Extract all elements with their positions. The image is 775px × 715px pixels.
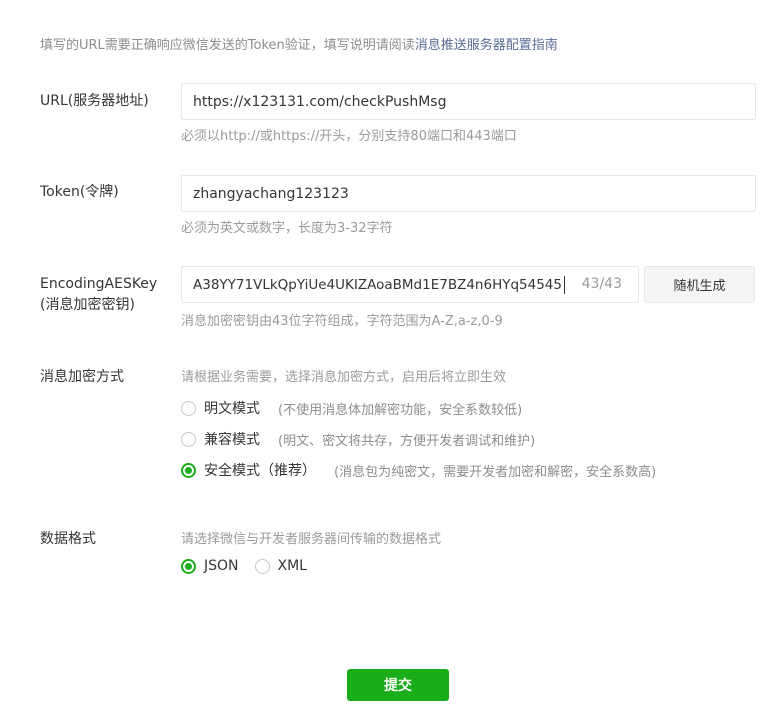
format-options: JSON XML	[181, 558, 307, 574]
text-caret	[563, 275, 565, 294]
format-option-json[interactable]: JSON	[204, 558, 239, 574]
encryption-option-secure[interactable]: 安全模式（推荐） (消息包为纯密文，需要开发者加密和解密，安全系数高)	[181, 460, 656, 480]
aes-label: EncodingAESKey (消息加密密钥)	[40, 274, 157, 316]
radio-icon[interactable]	[181, 400, 196, 416]
format-label: 数据格式	[40, 531, 96, 547]
radio-icon[interactable]	[254, 558, 270, 574]
option-label: 兼容模式	[204, 432, 260, 448]
option-label: 明文模式	[204, 401, 260, 417]
aes-key-value: A38YY71VLkQpYiUe4UKIZAoaBMd1E7BZ4n6HYq54…	[193, 276, 562, 293]
option-desc: (消息包为纯密文，需要开发者加密和解密，安全系数高)	[334, 464, 657, 480]
token-input[interactable]: zhangyachang123123	[181, 175, 756, 212]
aes-key-input[interactable]: A38YY71VLkQpYiUe4UKIZAoaBMd1E7BZ4n6HYq54…	[181, 266, 639, 303]
url-value: https://x123131.com/checkPushMsg	[193, 93, 447, 110]
encryption-hint: 请根据业务需要，选择消息加密方式，启用后将立即生效	[181, 370, 507, 385]
config-tips: 填写的URL需要正确响应微信发送的Token验证，填写说明请阅读消息推送服务器配…	[40, 34, 558, 53]
radio-icon[interactable]	[181, 431, 196, 447]
token-value: zhangyachang123123	[193, 185, 349, 202]
aes-hint: 消息加密密钥由43位字符组成，字符范围为A-Z,a-z,0-9	[181, 314, 503, 329]
token-label: Token(令牌)	[40, 184, 119, 200]
option-label: 安全模式（推荐）	[204, 463, 316, 479]
radio-checked-icon[interactable]	[181, 558, 196, 574]
aes-key-counter: 43/43	[581, 276, 622, 292]
random-generate-button[interactable]: 随机生成	[644, 266, 755, 303]
tips-text: 填写的URL需要正确响应微信发送的Token验证，填写说明请阅读	[40, 38, 415, 53]
url-hint: 必须以http://或https://开头，分别支持80端口和443端口	[181, 129, 517, 144]
aes-label-line1: EncodingAESKey	[40, 276, 158, 292]
aes-label-line2: (消息加密密钥)	[40, 297, 135, 313]
url-label: URL(服务器地址)	[40, 93, 149, 109]
submit-button[interactable]: 提交	[347, 669, 449, 701]
encryption-option-plaintext[interactable]: 明文模式 (不使用消息体加解密功能，安全系数较低)	[181, 398, 522, 418]
format-hint: 请选择微信与开发者服务器间传输的数据格式	[181, 532, 442, 547]
format-option-xml[interactable]: XML	[278, 558, 307, 574]
config-guide-link[interactable]: 消息推送服务器配置指南	[415, 38, 558, 53]
radio-checked-icon[interactable]	[181, 462, 196, 478]
token-hint: 必须为英文或数字，长度为3-32字符	[181, 221, 393, 236]
url-input[interactable]: https://x123131.com/checkPushMsg	[181, 83, 756, 120]
encryption-label: 消息加密方式	[40, 369, 124, 385]
option-desc: (不使用消息体加解密功能，安全系数较低)	[278, 402, 523, 418]
option-desc: (明文、密文将共存，方便开发者调试和维护)	[278, 433, 536, 449]
encryption-option-compatible[interactable]: 兼容模式 (明文、密文将共存，方便开发者调试和维护)	[181, 429, 535, 449]
